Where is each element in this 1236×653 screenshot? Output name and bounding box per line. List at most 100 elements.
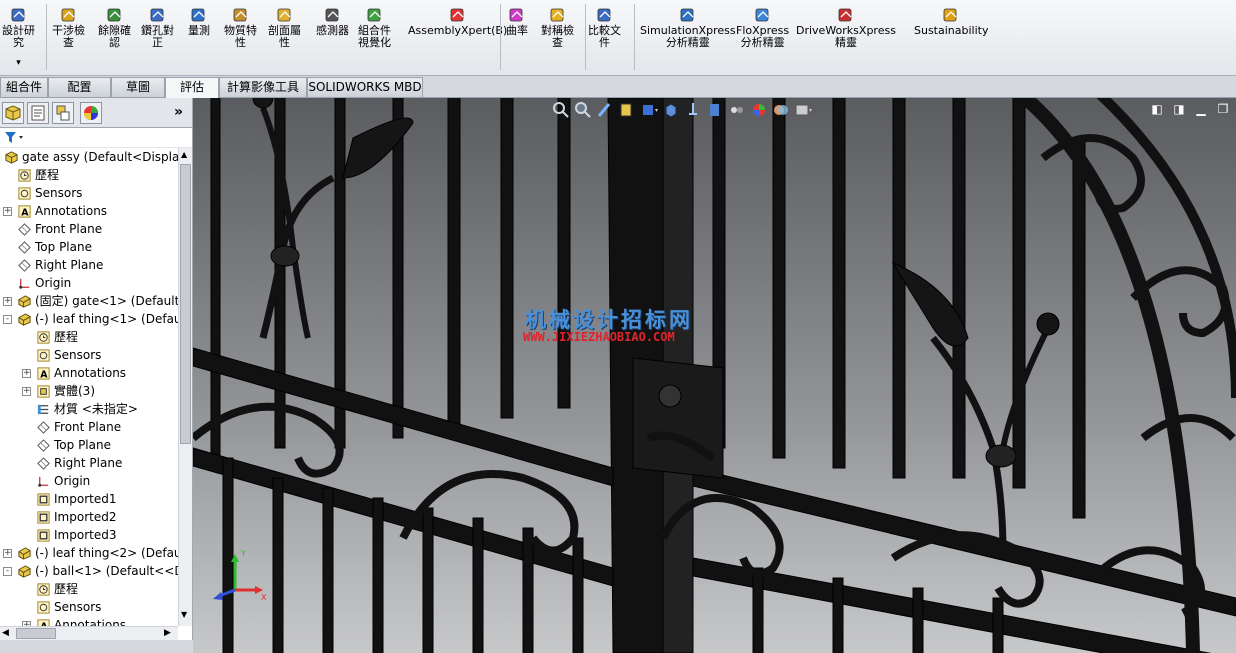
scroll-left-icon[interactable]: ◀ bbox=[2, 628, 9, 638]
tree-item[interactable]: Right Plane bbox=[0, 256, 178, 274]
tree-item-label: Imported1 bbox=[54, 492, 117, 506]
tree-item[interactable]: +AAnnotations bbox=[0, 202, 178, 220]
hscroll-thumb[interactable] bbox=[16, 628, 56, 639]
edit-appearance-icon[interactable] bbox=[705, 100, 725, 120]
split-vertical-icon[interactable]: ◧ bbox=[1150, 102, 1164, 116]
tree-item[interactable]: 材質 <未指定> bbox=[0, 400, 178, 418]
clearance-button[interactable]: 餘隙確 認 bbox=[98, 6, 131, 49]
tab-4[interactable]: 計算影像工具 bbox=[219, 77, 307, 97]
symmetry-button[interactable]: 對稱檢 查 bbox=[541, 6, 574, 49]
sensor-button[interactable]: 感測器 bbox=[316, 6, 349, 37]
dropdown-arrow-icon[interactable]: ▾ bbox=[16, 57, 21, 69]
tree-item[interactable]: gate assy (Default<Display bbox=[0, 148, 178, 166]
split-horizontal-icon[interactable]: ◨ bbox=[1172, 102, 1186, 116]
driveworksxpress-button[interactable]: DriveWorksXpress 精靈 bbox=[796, 6, 896, 49]
view-settings-icon[interactable] bbox=[749, 100, 769, 120]
tree-item[interactable]: Imported2 bbox=[0, 508, 178, 526]
expand-icon[interactable]: + bbox=[3, 549, 12, 558]
curvature-button[interactable]: 曲率 bbox=[506, 6, 528, 37]
tab-5[interactable]: SOLIDWORKS MBD bbox=[307, 77, 423, 97]
tree-item[interactable]: Imported3 bbox=[0, 526, 178, 544]
tree-item[interactable]: + (固定) gate<1> (Default< bbox=[0, 292, 178, 310]
tree-item[interactable]: Imported1 bbox=[0, 490, 178, 508]
section-properties-button[interactable]: 剖面屬 性 bbox=[268, 6, 301, 49]
filter-icon[interactable] bbox=[4, 131, 26, 145]
tree-item[interactable]: 歷程 bbox=[0, 166, 178, 184]
tab-2[interactable]: 草圖 bbox=[111, 77, 165, 97]
zoom-to-fit-icon[interactable] bbox=[551, 100, 571, 120]
zoom-to-area-icon[interactable] bbox=[573, 100, 593, 120]
expand-panel-icon[interactable]: » bbox=[174, 104, 183, 120]
display-manager-tab[interactable] bbox=[80, 102, 102, 124]
mass-properties-button[interactable]: 物質特 性 bbox=[224, 6, 257, 49]
hide-show-items-icon[interactable] bbox=[683, 100, 703, 120]
feature-manager-panel: » gate assy (Default<Display 歷程 Sensors + A A… bbox=[0, 98, 193, 653]
assemblyxpert-button[interactable]: AssemblyXpert(B) bbox=[408, 6, 507, 37]
tree-item[interactable]: + 實體(3) bbox=[0, 382, 178, 400]
feature-manager-tab[interactable] bbox=[2, 102, 24, 124]
tree-item[interactable]: Front Plane bbox=[0, 418, 178, 436]
compare-button[interactable]: 比較文 件 bbox=[588, 6, 621, 49]
configuration-manager-tab[interactable] bbox=[52, 102, 74, 124]
display-style-icon[interactable] bbox=[661, 100, 681, 120]
tree-item[interactable]: Front Plane bbox=[0, 220, 178, 238]
tree-vertical-scrollbar[interactable]: ▲ ▼ bbox=[178, 148, 192, 626]
tree-item-label: Right Plane bbox=[54, 456, 123, 470]
tab-3[interactable]: 評估 bbox=[165, 77, 219, 99]
tree-item[interactable]: + (-) leaf thing<2> (Defaul bbox=[0, 544, 178, 562]
previous-view-icon[interactable] bbox=[595, 100, 615, 120]
graphics-viewport[interactable]: ◧ ◨ ▁ ❐ 机械设计招标网 WWW.JIXIEZHAOBIAO.COM Y … bbox=[193, 98, 1236, 653]
plane-icon bbox=[36, 456, 51, 471]
floxpress-button[interactable]: FloXpress 分析精靈 bbox=[736, 6, 789, 49]
interference-button[interactable]: 干涉檢 查 bbox=[52, 6, 85, 49]
tree-item[interactable]: Sensors bbox=[0, 598, 178, 616]
design-study-button[interactable]: 設計研 究 ▾ bbox=[2, 6, 35, 69]
ribbon-button-label: 量測 bbox=[188, 24, 210, 37]
tree-horizontal-scrollbar[interactable]: ◀ ▶ bbox=[0, 626, 178, 640]
tree-item[interactable]: Origin bbox=[0, 472, 178, 490]
collapse-icon[interactable]: - bbox=[3, 567, 12, 576]
display-pane-icon[interactable] bbox=[793, 100, 813, 120]
scroll-down-icon[interactable]: ▼ bbox=[181, 610, 187, 619]
tree-item[interactable]: Right Plane bbox=[0, 454, 178, 472]
tree-item[interactable]: - (-) ball<1> (Default<<D bbox=[0, 562, 178, 580]
tree-item[interactable]: Origin bbox=[0, 274, 178, 292]
tree-item[interactable]: 歷程 bbox=[0, 328, 178, 346]
sustainability-button[interactable]: Sustainability bbox=[914, 6, 988, 37]
assembly-visualization-button[interactable]: 組合件 視覺化 bbox=[358, 6, 391, 49]
tab-1[interactable]: 配置 bbox=[48, 77, 111, 97]
section-view-icon[interactable] bbox=[617, 100, 637, 120]
ribbon-button-label: 鑽孔對 正 bbox=[141, 24, 174, 49]
expand-icon[interactable]: + bbox=[3, 207, 12, 216]
tree-item[interactable]: Sensors bbox=[0, 184, 178, 202]
plane-icon bbox=[36, 420, 51, 435]
view-orientation-icon[interactable] bbox=[639, 100, 659, 120]
tree-item[interactable]: Top Plane bbox=[0, 238, 178, 256]
tree-item[interactable]: - (-) leaf thing<1> (Defaul bbox=[0, 310, 178, 328]
tree-item[interactable]: 歷程 bbox=[0, 580, 178, 598]
panel-tab-strip: » bbox=[0, 98, 192, 128]
measure-button[interactable]: 量測 bbox=[188, 6, 210, 37]
tree-item[interactable]: Top Plane bbox=[0, 436, 178, 454]
scroll-right-icon[interactable]: ▶ bbox=[164, 628, 171, 638]
tree-item[interactable]: +AAnnotations bbox=[0, 364, 178, 382]
minimize-icon[interactable]: ▁ bbox=[1194, 102, 1208, 116]
simulationxpress-button[interactable]: SimulationXpress 分析精靈 bbox=[640, 6, 736, 49]
expand-icon[interactable]: + bbox=[22, 387, 31, 396]
property-manager-tab[interactable] bbox=[27, 102, 49, 124]
collapse-icon[interactable]: - bbox=[3, 315, 12, 324]
tree-item[interactable]: Sensors bbox=[0, 346, 178, 364]
ribbon-separator bbox=[634, 4, 635, 70]
material-icon bbox=[36, 402, 51, 417]
restore-icon[interactable]: ❐ bbox=[1216, 102, 1230, 116]
apply-scene-icon[interactable] bbox=[727, 100, 747, 120]
expand-icon[interactable]: + bbox=[3, 297, 12, 306]
scroll-up-icon[interactable]: ▲ bbox=[181, 150, 187, 159]
ribbon-button-label: SimulationXpress 分析精靈 bbox=[640, 24, 736, 49]
hole-align-button[interactable]: 鑽孔對 正 bbox=[141, 6, 174, 49]
realview-icon[interactable] bbox=[771, 100, 791, 120]
tree-item[interactable]: +AAnnotations bbox=[0, 616, 178, 626]
tab-0[interactable]: 組合件 bbox=[0, 77, 48, 97]
expand-icon[interactable]: + bbox=[22, 369, 31, 378]
scroll-thumb[interactable] bbox=[180, 164, 191, 444]
